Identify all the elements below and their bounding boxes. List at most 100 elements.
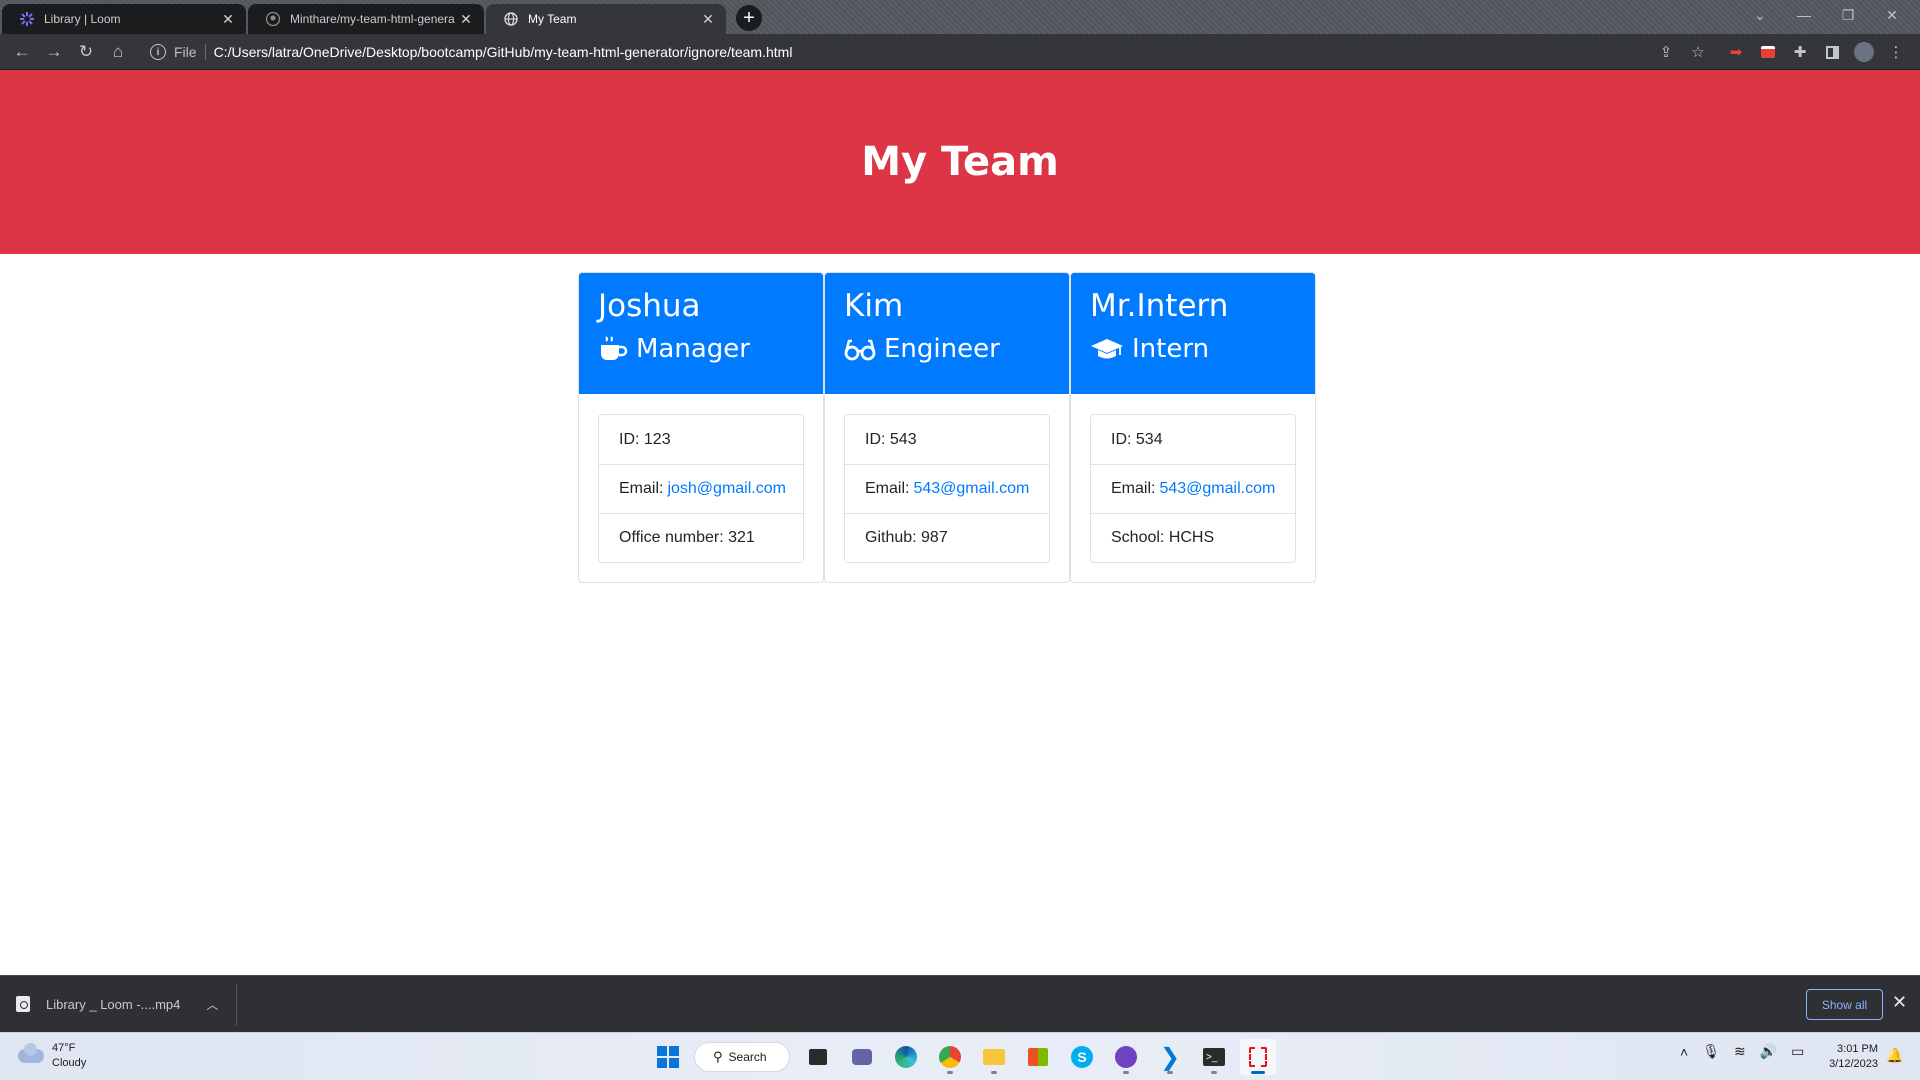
email-item: Email: 543@gmail.com (845, 464, 1049, 513)
role-label: Engineer (884, 333, 1000, 364)
github-desktop-icon[interactable] (1108, 1039, 1144, 1075)
menu-kebab-icon[interactable]: ⋮ (1886, 42, 1906, 62)
teams-chat-icon[interactable] (844, 1039, 880, 1075)
id-item: ID: 534 (1111, 430, 1163, 448)
windows-start-icon[interactable] (650, 1039, 686, 1075)
page-content: My Team Joshua Manager ID: 123 Email: jo… (0, 70, 1920, 975)
card-body: ID: 534 Email: 543@gmail.com School: HCH… (1071, 394, 1315, 582)
taskbar-search[interactable]: ⚲ Search (694, 1042, 790, 1072)
tab-title: Library | Loom (44, 12, 121, 26)
chrome-icon[interactable] (932, 1039, 968, 1075)
team-cards: Joshua Manager ID: 123 Email: josh@gmail… (578, 272, 1316, 583)
home-icon[interactable]: ⌂ (106, 40, 130, 64)
share-icon[interactable]: ⇪ (1656, 42, 1676, 62)
tab-search-icon[interactable]: ⌄ (1738, 0, 1782, 30)
github-item: Github: 987 (845, 513, 1049, 562)
reload-icon[interactable]: ↻ (74, 40, 98, 64)
email-item: Email: josh@gmail.com (599, 464, 803, 513)
chevron-up-icon[interactable]: ︿ (206, 996, 218, 1013)
email-label: Email: (865, 480, 910, 497)
id-item: ID: 123 (619, 430, 671, 448)
coffee-mug-icon (601, 336, 628, 360)
role-label: Manager (636, 333, 750, 364)
tab-close-icon[interactable]: ✕ (700, 11, 716, 27)
vscode-icon[interactable]: ❯ (1152, 1039, 1188, 1075)
chevron-up-icon[interactable]: ˄ (1680, 1044, 1688, 1060)
office-number-item: Office number: 321 (599, 513, 803, 562)
file-explorer-icon[interactable] (976, 1039, 1012, 1075)
employee-name: Kim (844, 288, 904, 324)
terminal-icon[interactable]: >_ (1196, 1039, 1232, 1075)
minimize-button[interactable]: — (1782, 0, 1826, 30)
close-window-button[interactable]: ✕ (1870, 0, 1914, 30)
divider (236, 984, 237, 1026)
cloud-icon (18, 1043, 44, 1063)
search-label: Search (728, 1050, 767, 1064)
close-icon[interactable]: ✕ (1892, 992, 1907, 1013)
github-icon (266, 12, 280, 26)
details-list: ID: 123 Email: josh@gmail.com Office num… (598, 414, 804, 563)
microsoft-store-icon[interactable] (1020, 1039, 1056, 1075)
browser-toolbar: ← → ↻ ⌂ i File C:/Users/latra/OneDrive/D… (0, 34, 1920, 70)
email-link[interactable]: 543@gmail.com (913, 480, 1029, 498)
header-banner: My Team (0, 70, 1920, 254)
extension-red-arrow-icon[interactable]: ➡ (1726, 42, 1746, 62)
site-info-icon[interactable]: i (150, 44, 166, 60)
tab-title: Minthare/my-team-html-genera (290, 12, 455, 26)
tab-strip: Library | Loom ✕ Minthare/my-team-html-g… (0, 0, 1920, 34)
bookmark-star-icon[interactable]: ☆ (1688, 42, 1708, 62)
volume-icon[interactable]: 🔊 (1760, 1043, 1777, 1060)
download-bar: Library _ Loom -....mp4 ︿ Show all ✕ (0, 975, 1920, 1032)
taskbar: 47°F Cloudy ⚲ Search S ❯ >_ ˄ 🎙 ≋ 🔊 ▭ 3:… (0, 1032, 1920, 1080)
download-item[interactable]: Library _ Loom -....mp4 ︿ (16, 990, 218, 1018)
forward-arrow-icon[interactable]: → (42, 40, 66, 64)
side-panel-icon[interactable] (1822, 42, 1842, 62)
card-body: ID: 123 Email: josh@gmail.com Office num… (579, 394, 823, 582)
clock-date: 3/12/2023 (1829, 1058, 1878, 1070)
back-arrow-icon[interactable]: ← (10, 40, 34, 64)
profile-avatar[interactable] (1854, 42, 1874, 62)
email-link[interactable]: josh@gmail.com (667, 480, 786, 498)
restore-button[interactable]: ❐ (1826, 0, 1870, 30)
tab-my-team[interactable]: My Team ✕ (486, 4, 726, 34)
details-list: ID: 543 Email: 543@gmail.com Github: 987 (844, 414, 1050, 563)
id-item: ID: 543 (865, 430, 917, 448)
glasses-icon (844, 339, 876, 361)
notification-bell-icon[interactable]: 🔔 (1886, 1047, 1903, 1064)
details-list: ID: 534 Email: 543@gmail.com School: HCH… (1090, 414, 1296, 563)
weather-condition: Cloudy (52, 1057, 87, 1069)
tab-github-repo[interactable]: Minthare/my-team-html-genera ✕ (248, 4, 484, 34)
tab-title: My Team (528, 12, 577, 26)
employee-card-engineer: Kim Engineer ID: 543 Email: 543@gmail.co… (824, 272, 1070, 583)
battery-icon[interactable]: ▭ (1791, 1043, 1804, 1060)
email-link[interactable]: 543@gmail.com (1159, 480, 1275, 498)
extensions-puzzle-icon[interactable]: ✚ (1790, 42, 1810, 62)
tab-library-loom[interactable]: Library | Loom ✕ (2, 4, 246, 34)
weather-widget[interactable]: 47°F Cloudy (18, 1041, 86, 1071)
system-clock[interactable]: 3:01 PM 3/12/2023 (1818, 1042, 1878, 1072)
employee-card-intern: Mr.Intern Intern ID: 534 Email: 543@gmai… (1070, 272, 1316, 583)
card-header: Kim Engineer (825, 273, 1069, 394)
task-view-icon[interactable] (800, 1039, 836, 1075)
card-body: ID: 543 Email: 543@gmail.com Github: 987 (825, 394, 1069, 582)
tab-close-icon[interactable]: ✕ (458, 11, 474, 27)
skype-icon[interactable]: S (1064, 1039, 1100, 1075)
wifi-icon[interactable]: ≋ (1734, 1043, 1746, 1060)
edge-icon[interactable] (888, 1039, 924, 1075)
video-file-icon (16, 996, 30, 1012)
snipping-tool-icon[interactable] (1240, 1039, 1276, 1075)
show-all-button[interactable]: Show all (1806, 989, 1883, 1020)
email-label: Email: (619, 480, 664, 497)
school-item: School: HCHS (1091, 513, 1295, 562)
employee-name: Joshua (598, 288, 701, 324)
new-tab-button[interactable]: + (736, 5, 762, 31)
extension-red-square-icon[interactable] (1758, 42, 1778, 62)
role-label: Intern (1132, 333, 1210, 364)
tab-close-icon[interactable]: ✕ (220, 11, 236, 27)
search-icon: ⚲ (713, 1049, 723, 1064)
globe-icon (504, 12, 518, 26)
address-bar[interactable]: i File C:/Users/latra/OneDrive/Desktop/b… (140, 38, 1700, 66)
url-scheme: File (174, 44, 206, 60)
taskbar-apps: ⚲ Search S ❯ >_ (650, 1039, 1284, 1075)
microphone-icon[interactable]: 🎙 (1702, 1043, 1720, 1060)
